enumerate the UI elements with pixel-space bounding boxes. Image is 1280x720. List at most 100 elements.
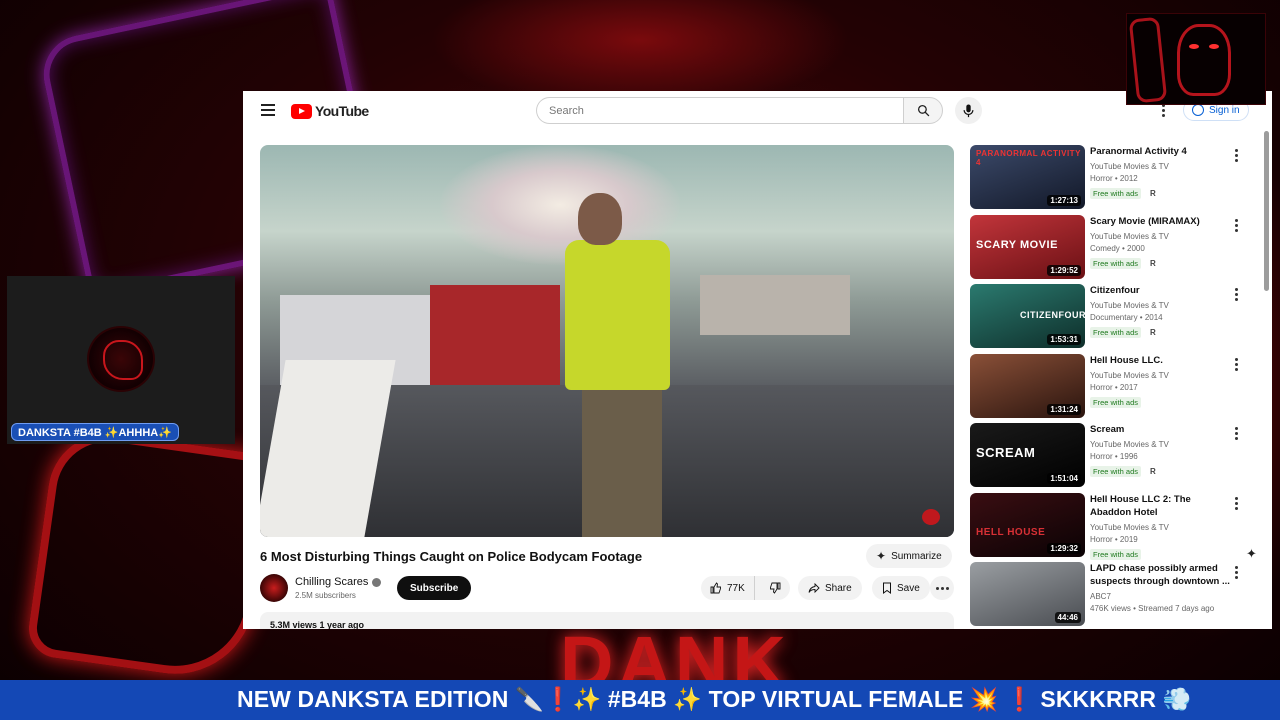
recommendation-title[interactable]: Scream — [1090, 423, 1230, 436]
free-with-ads-badge: Free with ads — [1090, 327, 1142, 338]
streamer-name-tag: DANKSTA #B4B ✨AHHHA✨ — [11, 423, 179, 441]
thumbnail-text: CITIZENFOUR — [1020, 310, 1085, 320]
rating-badge: R — [1150, 328, 1156, 337]
recommendation-channel[interactable]: YouTube Movies & TV — [1090, 161, 1169, 173]
channel-name-text: Chilling Scares — [295, 576, 369, 588]
more-vertical-icon[interactable] — [1235, 288, 1238, 301]
ai-sparkle-icon[interactable]: ✦ — [1246, 546, 1257, 562]
ticker-text: NEW DANKSTA EDITION 🔪❗✨ #B4B ✨ TOP VIRTU… — [237, 686, 1192, 712]
logo-k-shape — [1128, 16, 1168, 104]
more-vertical-icon[interactable] — [1235, 357, 1238, 371]
thumbnail-text: PARANORMAL ACTIVITY 4 — [976, 149, 1081, 167]
recommendation-title[interactable]: Citizenfour — [1090, 284, 1230, 297]
search-icon — [917, 104, 929, 117]
youtube-window: YouTube Sign in — [243, 91, 1272, 629]
save-button[interactable]: Save — [872, 576, 930, 600]
rating-badge: R — [1150, 189, 1156, 198]
hamburger-menu-icon[interactable] — [261, 104, 275, 116]
video-frame-officer-legs — [582, 390, 662, 537]
recommendation-thumbnail[interactable]: PARANORMAL ACTIVITY 4 1:27:13 — [970, 145, 1085, 209]
recommendation-item[interactable]: CITIZENFOUR 1:53:31 Citizenfour YouTube … — [970, 284, 1260, 350]
thumbnail-text: SCREAM — [976, 445, 1036, 460]
recommendation-thumbnail[interactable]: HELL HOUSE 1:29:32 — [970, 492, 1085, 557]
search-box — [536, 97, 903, 124]
voice-search-button[interactable] — [955, 97, 982, 124]
recommendation-channel[interactable]: YouTube Movies & TV — [1090, 439, 1169, 451]
stream-corner-logo — [1126, 13, 1266, 105]
more-actions-button[interactable] — [930, 576, 954, 600]
recommendation-title[interactable]: Paranormal Activity 4 — [1090, 145, 1230, 158]
thumbs-up-icon — [710, 582, 721, 594]
summarize-label: Summarize — [891, 550, 942, 562]
video-player[interactable] — [260, 145, 954, 537]
free-with-ads-badge: Free with ads — [1090, 548, 1142, 560]
search-input[interactable] — [537, 98, 903, 123]
more-horizontal-icon — [935, 586, 949, 590]
video-duration: 44:46 — [1054, 612, 1081, 623]
like-dislike-group: 77K — [701, 576, 790, 600]
recommendation-meta: Horror • 2017 — [1090, 382, 1138, 392]
recommendation-title[interactable]: LAPD chase possibly armed suspects throu… — [1090, 562, 1230, 588]
more-vertical-icon[interactable] — [1235, 427, 1238, 440]
channel-name[interactable]: Chilling Scares — [295, 576, 382, 588]
share-label: Share — [825, 582, 852, 594]
more-vertical-icon[interactable] — [1235, 149, 1238, 162]
recommendation-channel[interactable]: YouTube Movies & TV — [1090, 522, 1169, 534]
video-frame-house — [700, 275, 850, 335]
recommendation-thumbnail[interactable]: CITIZENFOUR 1:53:31 — [970, 284, 1085, 348]
video-duration: 1:27:13 — [1047, 195, 1081, 206]
dislike-button[interactable] — [760, 576, 790, 600]
recommendation-meta: 476K views • Streamed 7 days ago — [1090, 604, 1215, 613]
settings-more-icon[interactable] — [1162, 104, 1165, 117]
thumbnail-text: SCARY MOVIE — [976, 238, 1058, 251]
more-vertical-icon[interactable] — [1235, 566, 1238, 579]
recommendation-item[interactable]: SCREAM 1:51:04 Scream YouTube Movies & T… — [970, 423, 1260, 489]
recommendation-channel[interactable]: ABC7 — [1090, 591, 1111, 603]
recommendation-title[interactable]: Scary Movie (MIRAMAX) — [1090, 215, 1230, 228]
recommendation-thumbnail[interactable]: 44:46 — [970, 562, 1085, 626]
logo-face-shape — [1177, 24, 1231, 96]
video-description-box[interactable]: 5.3M views 1 year ago — [260, 612, 954, 629]
recommendation-item[interactable]: 1:31:24 Hell House LLC. YouTube Movies &… — [970, 353, 1260, 420]
free-with-ads-badge: Free with ads — [1090, 396, 1142, 408]
recommendation-title[interactable]: Hell House LLC 2: The Abaddon Hotel — [1090, 493, 1230, 519]
sparkle-icon: ✦ — [876, 549, 887, 563]
recommendation-channel[interactable]: YouTube Movies & TV — [1090, 231, 1169, 243]
more-vertical-icon[interactable] — [1235, 218, 1238, 232]
logo-eye — [1189, 44, 1199, 49]
share-button[interactable]: Share — [798, 576, 862, 600]
video-frame-building-red — [430, 285, 560, 390]
free-with-ads-badge: Free with ads — [1090, 188, 1142, 199]
video-duration: 1:53:31 — [1047, 334, 1081, 345]
verified-check-icon — [372, 577, 382, 587]
free-with-ads-badge: Free with ads — [1090, 466, 1142, 477]
sign-in-label: Sign in — [1209, 104, 1240, 116]
search-button[interactable] — [903, 97, 943, 124]
recommendation-channel[interactable]: YouTube Movies & TV — [1090, 300, 1169, 312]
subscribe-button[interactable]: Subscribe — [397, 576, 472, 600]
channel-avatar[interactable] — [260, 574, 288, 602]
summarize-button[interactable]: ✦ Summarize — [866, 544, 952, 568]
scrollbar[interactable] — [1264, 131, 1269, 291]
channel-watermark-icon[interactable] — [922, 509, 940, 525]
youtube-play-icon — [291, 103, 312, 119]
recommendation-channel[interactable]: YouTube Movies & TV — [1090, 370, 1169, 382]
logo-eye — [1209, 44, 1219, 49]
recommendation-thumbnail[interactable]: SCARY MOVIE 1:29:52 — [970, 214, 1085, 279]
bottom-ticker: NEW DANKSTA EDITION 🔪❗✨ #B4B ✨ TOP VIRTU… — [0, 680, 1280, 720]
recommendation-meta: Comedy • 2000 — [1090, 243, 1145, 253]
subscriber-count: 2.5M subscribers — [295, 591, 356, 600]
recommendation-item[interactable]: PARANORMAL ACTIVITY 4 1:27:13 Paranormal… — [970, 145, 1260, 211]
more-vertical-icon[interactable] — [1235, 496, 1238, 510]
recommendation-item[interactable]: 44:46 LAPD chase possibly armed suspects… — [970, 562, 1260, 628]
recommendation-meta: Horror • 2012 — [1090, 174, 1138, 183]
recommendation-item[interactable]: SCARY MOVIE 1:29:52 Scary Movie (MIRAMAX… — [970, 214, 1260, 281]
like-button[interactable]: 77K — [701, 576, 755, 600]
streamer-avatar-logo — [87, 326, 155, 392]
recommendation-item[interactable]: HELL HOUSE 1:29:32 Hell House LLC 2: The… — [970, 492, 1260, 560]
recommendation-thumbnail[interactable]: 1:31:24 — [970, 353, 1085, 418]
recommendation-title[interactable]: Hell House LLC. — [1090, 354, 1230, 367]
video-title: 6 Most Disturbing Things Caught on Polic… — [260, 549, 643, 564]
recommendation-thumbnail[interactable]: SCREAM 1:51:04 — [970, 423, 1085, 487]
youtube-logo[interactable]: YouTube — [291, 102, 369, 120]
